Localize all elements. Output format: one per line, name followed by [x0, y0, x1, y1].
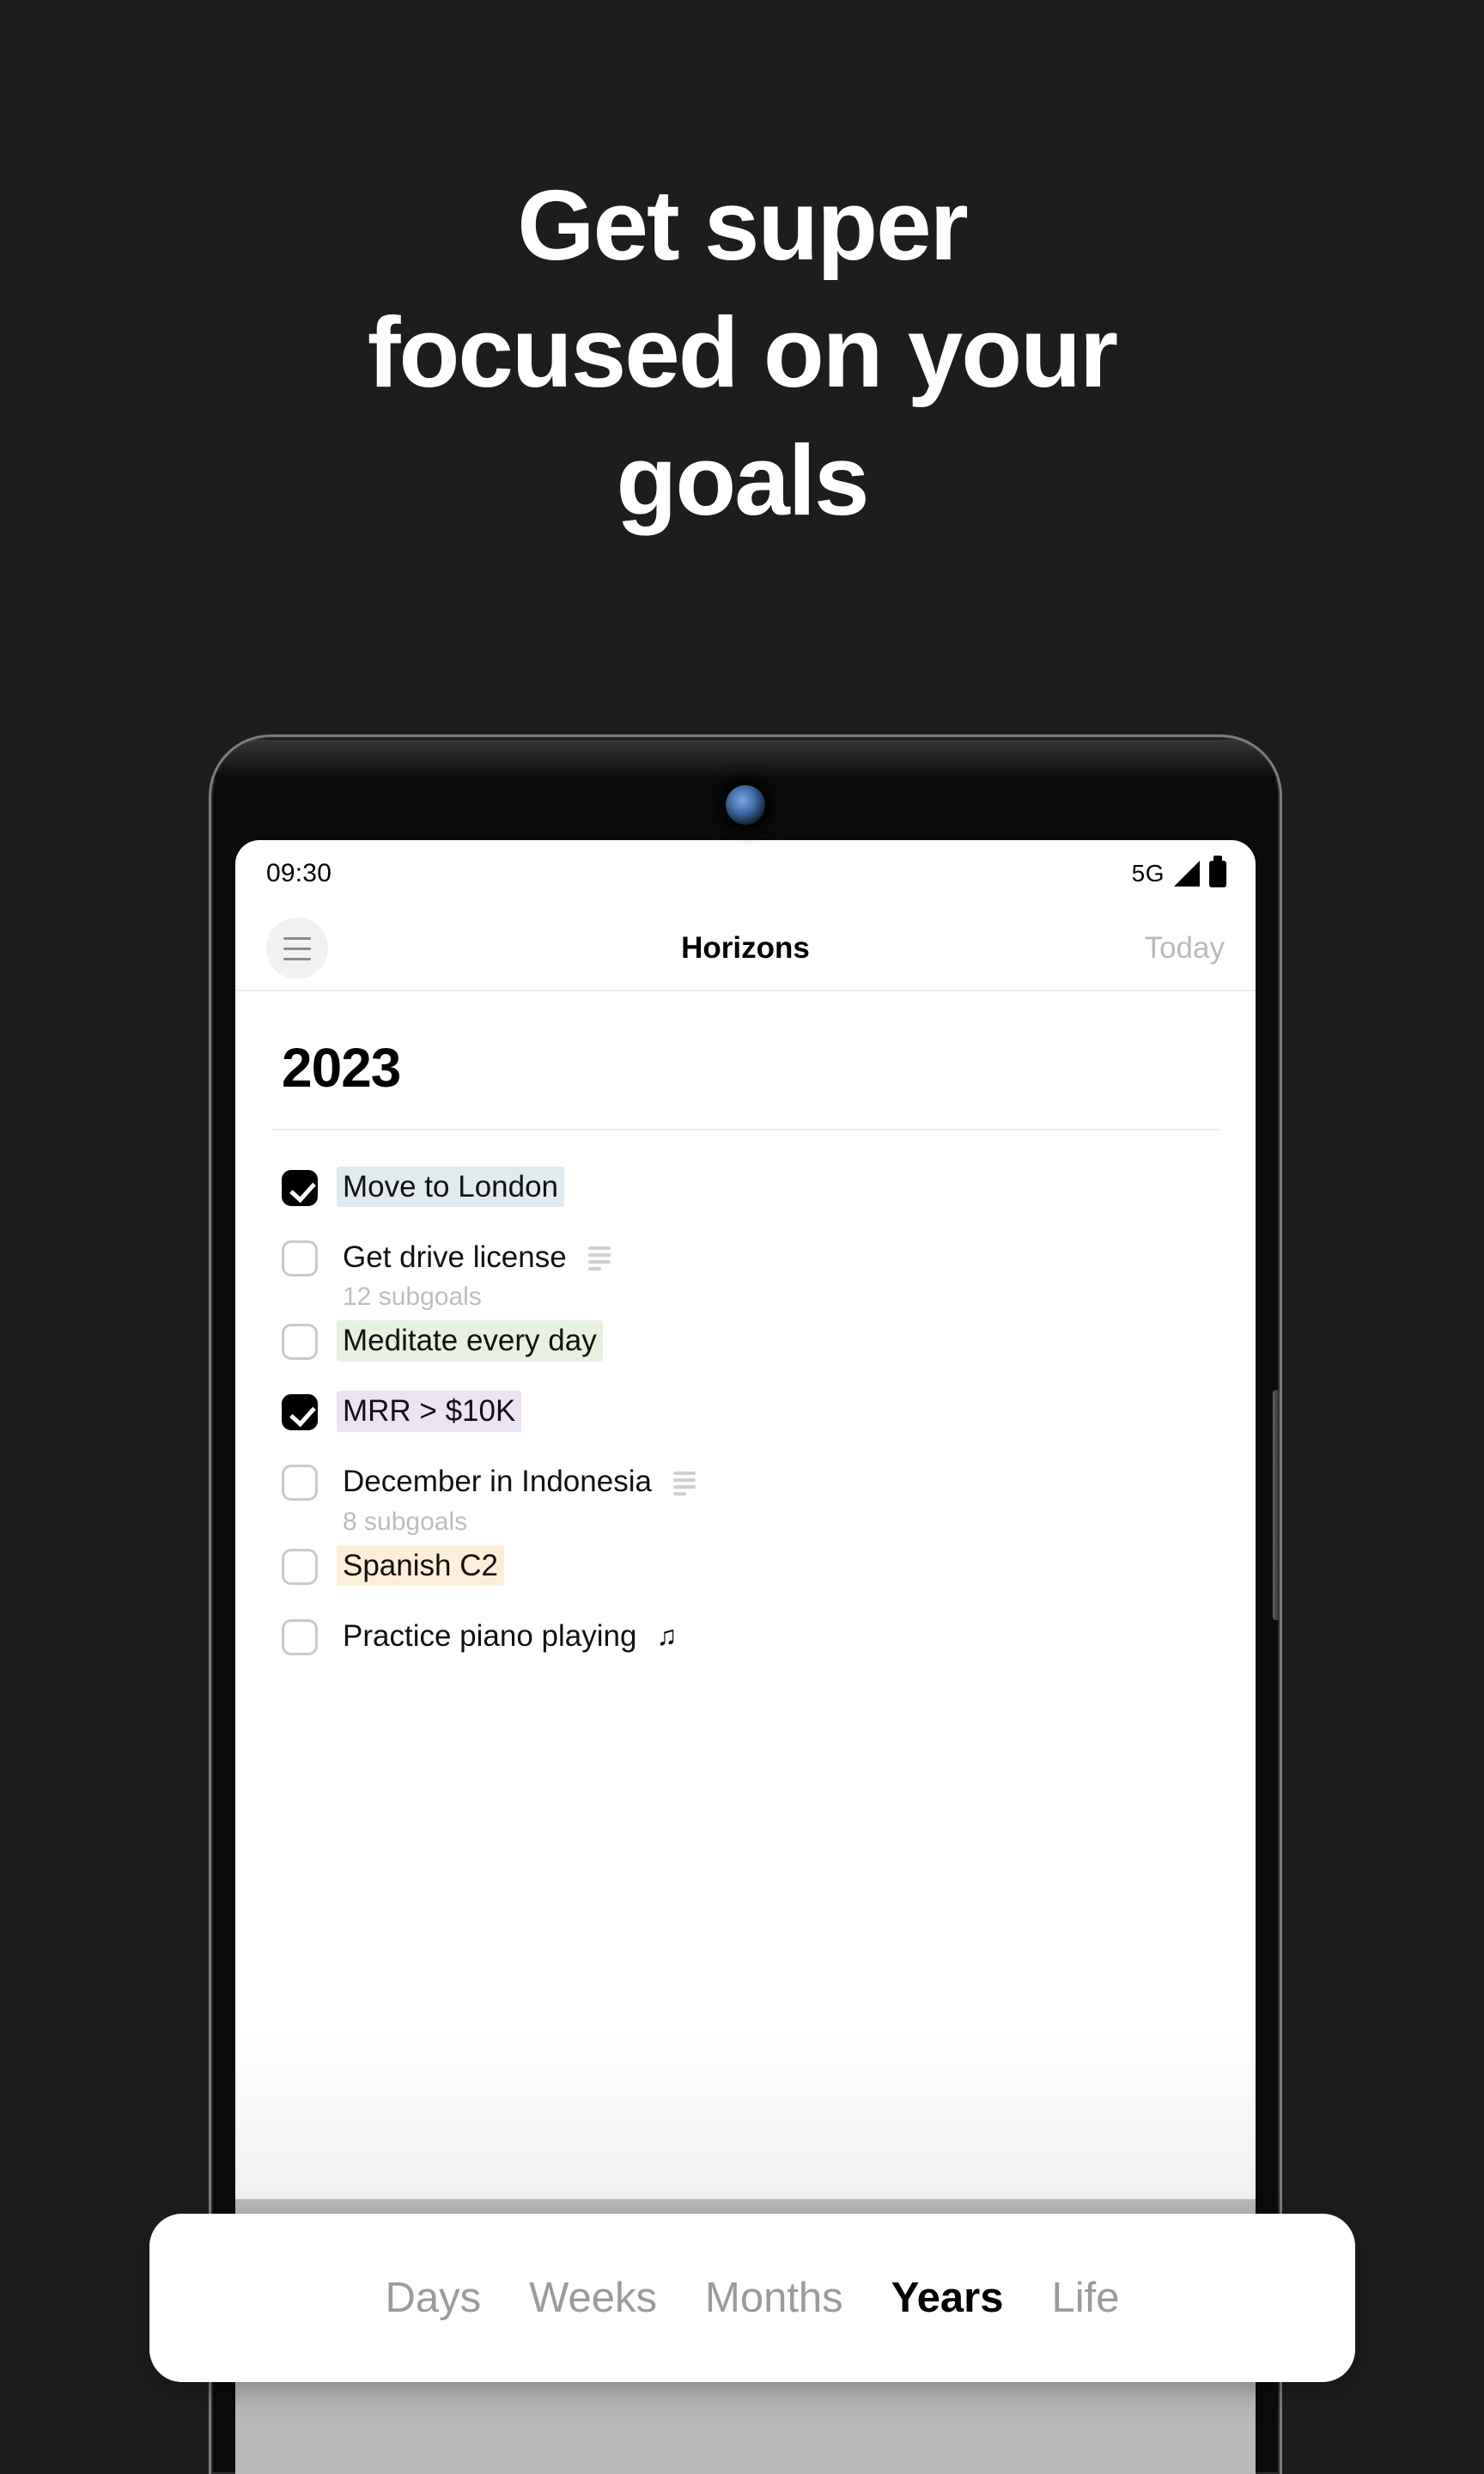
tab-life[interactable]: Life — [1028, 2274, 1144, 2322]
goal-list-section: 2023 Move to London Get drive license 12 s… — [235, 991, 1256, 1686]
goal-row[interactable]: Practice piano playing ♫ — [271, 1616, 1219, 1678]
goal-title-line: Spanish C2 — [337, 1545, 504, 1587]
tab-weeks[interactable]: Weeks — [505, 2274, 681, 2322]
checkbox-unchecked[interactable] — [282, 1548, 318, 1585]
tab-days[interactable]: Days — [361, 2274, 505, 2322]
goal-title-line: Move to London — [337, 1167, 565, 1208]
year-heading: 2023 — [282, 1037, 401, 1099]
checkbox-checked[interactable] — [282, 1170, 318, 1206]
goal-list: Move to London Get drive license 12 subgoa… — [271, 1167, 1219, 1686]
goal-label: Move to London — [337, 1167, 565, 1208]
section-divider — [271, 1129, 1219, 1130]
goal-title-line: Get drive license — [337, 1237, 611, 1277]
nav-bar: Horizons Today — [235, 907, 1256, 991]
goal-title-line: December in Indonesia — [337, 1461, 696, 1502]
goal-row[interactable]: December in Indonesia 8 subgoals — [271, 1461, 1219, 1536]
goal-label: Practice piano playing — [343, 1618, 637, 1653]
checkbox-checked[interactable] — [282, 1394, 318, 1431]
goal-subtitle: 8 subgoals — [343, 1507, 468, 1536]
music-note-icon: ♫ — [656, 1620, 678, 1652]
tab-months[interactable]: Months — [681, 2274, 867, 2322]
goal-title-line: Practice piano playing ♫ — [337, 1616, 677, 1656]
hamburger-menu-icon[interactable] — [266, 917, 328, 979]
goal-label: Get drive license — [343, 1240, 567, 1274]
status-indicators: 5G — [1132, 860, 1226, 887]
menu-line — [283, 936, 311, 940]
goal-body: Get drive license 12 subgoals — [337, 1237, 611, 1312]
front-camera-icon — [726, 785, 765, 825]
goal-label: December in Indonesia — [343, 1465, 652, 1499]
goal-label: Spanish C2 — [337, 1545, 504, 1587]
signal-triangle-icon — [1174, 861, 1200, 887]
goal-label: MRR > $10K — [337, 1391, 522, 1432]
goal-body: Spanish C2 — [337, 1545, 504, 1587]
menu-line — [283, 957, 311, 960]
notes-icon — [587, 1246, 611, 1271]
goal-body: Practice piano playing ♫ — [337, 1616, 677, 1656]
goal-body: Meditate every day — [337, 1320, 603, 1362]
goal-body: December in Indonesia 8 subgoals — [337, 1461, 696, 1536]
status-bar: 09:30 5G — [235, 840, 1256, 907]
today-button[interactable]: Today — [1145, 931, 1225, 966]
checkbox-unchecked[interactable] — [282, 1618, 318, 1655]
menu-line — [283, 947, 311, 950]
goal-label: Meditate every day — [337, 1320, 603, 1362]
tab-years[interactable]: Years — [867, 2274, 1028, 2322]
goal-row[interactable]: Get drive license 12 subgoals — [271, 1237, 1219, 1312]
checkbox-unchecked[interactable] — [282, 1240, 318, 1277]
goal-title-line: MRR > $10K — [337, 1391, 522, 1432]
screen-bottom-fade — [235, 2027, 1256, 2199]
goal-row[interactable]: Move to London — [271, 1167, 1219, 1228]
goal-row[interactable]: Spanish C2 — [271, 1545, 1219, 1607]
headline-line-1: Get super — [517, 169, 968, 281]
battery-full-icon — [1209, 860, 1226, 887]
goal-subtitle: 12 subgoals — [343, 1283, 482, 1312]
promo-headline: Get super focused on your goals — [0, 161, 1484, 544]
goal-body: MRR > $10K — [337, 1391, 522, 1432]
goal-row[interactable]: MRR > $10K — [271, 1391, 1219, 1453]
notes-icon — [672, 1471, 696, 1496]
timescale-tabbar: Days Weeks Months Years Life — [149, 2214, 1355, 2382]
page-title: Horizons — [681, 931, 810, 965]
network-label: 5G — [1131, 860, 1165, 887]
headline-line-3: goals — [616, 424, 870, 536]
goal-row[interactable]: Meditate every day — [271, 1320, 1219, 1382]
goal-title-line: Meditate every day — [337, 1320, 603, 1362]
headline-line-2: focused on your — [367, 296, 1118, 409]
status-time: 09:30 — [266, 859, 332, 887]
power-button[interactable] — [1273, 1390, 1280, 1620]
checkbox-unchecked[interactable] — [282, 1324, 318, 1361]
checkbox-unchecked[interactable] — [282, 1465, 318, 1502]
goal-body: Move to London — [337, 1167, 565, 1208]
